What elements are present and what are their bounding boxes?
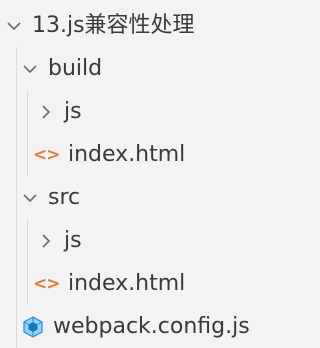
chevron-right-icon[interactable]: [36, 102, 56, 122]
file-explorer-tree: 13.js兼容性处理 build js <> index.html src js…: [0, 0, 291, 348]
folder-row-src[interactable]: src: [0, 176, 291, 219]
folder-label: src: [48, 184, 81, 210]
folder-row-build-js[interactable]: js: [0, 90, 291, 133]
folder-row-src-js[interactable]: js: [0, 219, 291, 262]
chevron-down-icon[interactable]: [4, 16, 24, 36]
file-row-webpack-config[interactable]: webpack.config.js: [0, 305, 291, 348]
file-label: index.html: [68, 270, 186, 296]
folder-row-root[interactable]: 13.js兼容性处理: [0, 4, 291, 47]
folder-row-build[interactable]: build: [0, 47, 291, 90]
file-label: index.html: [68, 141, 186, 167]
folder-label: build: [48, 55, 103, 81]
file-label: webpack.config.js: [53, 313, 250, 339]
folder-label: 13.js兼容性处理: [32, 12, 195, 38]
html-file-icon: <>: [33, 144, 61, 165]
folder-label: js: [64, 227, 82, 253]
html-file-icon: <>: [33, 273, 61, 294]
file-row-build-index-html[interactable]: <> index.html: [0, 133, 291, 176]
chevron-down-icon[interactable]: [20, 59, 40, 79]
file-row-src-index-html[interactable]: <> index.html: [0, 262, 291, 305]
chevron-right-icon[interactable]: [36, 231, 56, 251]
chevron-down-icon[interactable]: [20, 188, 40, 208]
webpack-icon: [22, 315, 44, 338]
folder-label: js: [64, 98, 82, 124]
